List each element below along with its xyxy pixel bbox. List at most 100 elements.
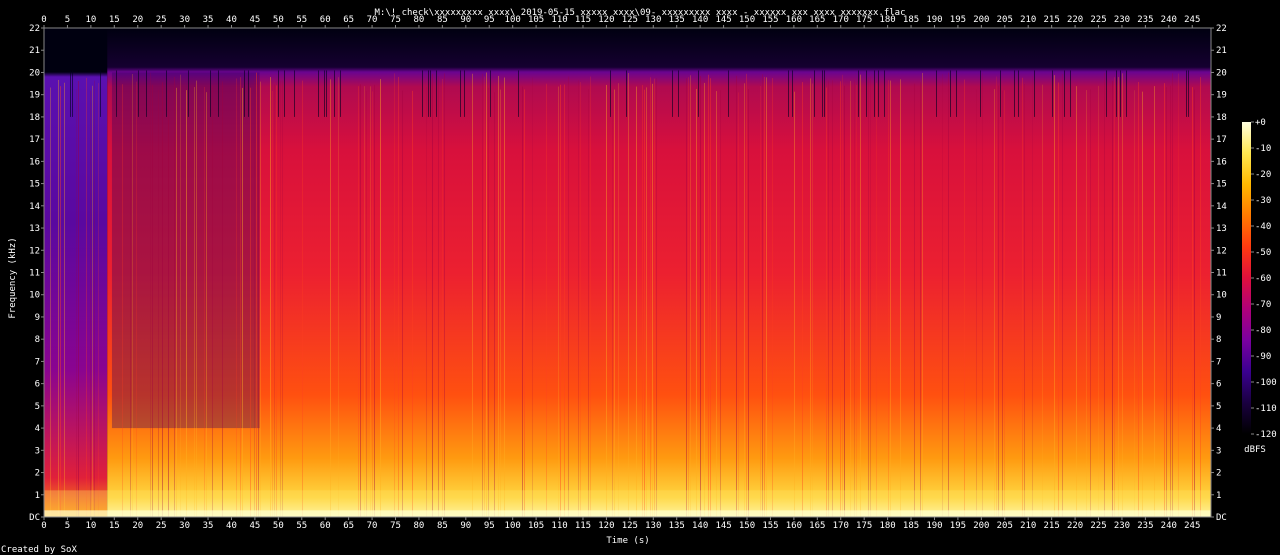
y-tick-label-left: 19	[29, 91, 40, 101]
x-tick-label-bottom: 210	[1020, 521, 1036, 531]
x-axis-bottom: 0 5 10 15 20 25 30 35 40 45 50 55 60 65 70 75 80 85 90 95 10…	[41, 517, 1200, 531]
y-tick-label-left: 16	[29, 157, 40, 167]
y-tick-label-left: 8	[35, 335, 40, 345]
y-tick-label-right: DC	[1216, 513, 1227, 523]
x-tick-label-bottom: 65	[343, 521, 354, 531]
x-tick-label-top: 195	[950, 15, 966, 25]
x-tick-label-top: 225	[1090, 15, 1106, 25]
x-tick-label-bottom: 200	[973, 521, 989, 531]
x-tick-label-top: 235	[1137, 15, 1153, 25]
y-tick-label-right: 14	[1216, 202, 1227, 212]
colorbar-scale	[1242, 122, 1251, 434]
y-axis-left: DC12345678910111213141516171819202122	[29, 24, 44, 523]
y-tick-label-left: 17	[29, 135, 40, 145]
colorbar-tick-label: -20	[1255, 170, 1271, 180]
y-tick-label-left: 5	[35, 402, 40, 412]
colorbar-tick-label: -40	[1255, 222, 1271, 232]
x-tick-label-top: 215	[1044, 15, 1060, 25]
y-tick-label-left: 12	[29, 246, 40, 256]
colorbar: +0 -10 -20 -30 -40 -50 -60 -70 -80 -90 -100 -110 -12…	[1242, 118, 1277, 440]
colorbar-tick-label: -80	[1255, 326, 1271, 336]
x-tick-label-bottom: 90	[460, 521, 471, 531]
x-tick-label-bottom: 245	[1184, 521, 1200, 531]
y-tick-label-left: 13	[29, 224, 40, 234]
x-tick-label-bottom: 30	[179, 521, 190, 531]
x-tick-label-top: 210	[1020, 15, 1036, 25]
y-tick-label-right: 7	[1216, 357, 1221, 367]
x-tick-label-bottom: 220	[1067, 521, 1083, 531]
x-tick-label-bottom: 45	[249, 521, 260, 531]
x-tick-label-bottom: 185	[903, 521, 919, 531]
x-tick-label-bottom: 195	[950, 521, 966, 531]
x-tick-label-bottom: 15	[109, 521, 120, 531]
x-tick-label-bottom: 5	[65, 521, 70, 531]
y-tick-label-left: 6	[35, 380, 40, 390]
y-tick-label-right: 8	[1216, 335, 1221, 345]
y-tick-label-left: 7	[35, 357, 40, 367]
x-tick-label-bottom: 115	[575, 521, 591, 531]
x-tick-label-bottom: 155	[762, 521, 778, 531]
x-axis-label: Time (s)	[606, 536, 649, 546]
x-tick-label-bottom: 10	[85, 521, 96, 531]
x-tick-label-bottom: 235	[1137, 521, 1153, 531]
y-tick-label-left: DC	[29, 513, 40, 523]
y-tick-label-right: 2	[1216, 469, 1221, 479]
x-tick-label-bottom: 230	[1114, 521, 1130, 531]
x-tick-label-bottom: 175	[856, 521, 872, 531]
x-tick-label-bottom: 105	[528, 521, 544, 531]
colorbar-tick-label: -90	[1255, 352, 1271, 362]
x-tick-label-bottom: 40	[226, 521, 237, 531]
colorbar-tick-label: -60	[1255, 274, 1271, 284]
x-tick-label-bottom: 135	[669, 521, 685, 531]
y-tick-label-right: 5	[1216, 402, 1221, 412]
x-tick-label-bottom: 160	[786, 521, 802, 531]
y-tick-label-right: 4	[1216, 424, 1221, 434]
x-tick-label-top: 45	[249, 15, 260, 25]
y-tick-label-right: 11	[1216, 269, 1227, 279]
y-tick-label-left: 1	[35, 491, 40, 501]
credit-text: Created by SoX	[1, 545, 77, 555]
x-tick-label-top: 230	[1114, 15, 1130, 25]
x-tick-label-bottom: 170	[833, 521, 849, 531]
plot-area	[44, 28, 1211, 517]
y-tick-label-left: 14	[29, 202, 40, 212]
y-axis-right: DC12345678910111213141516171819202122	[1211, 24, 1227, 523]
x-tick-label-bottom: 130	[645, 521, 661, 531]
y-tick-label-right: 18	[1216, 113, 1227, 123]
y-tick-label-left: 9	[35, 313, 40, 323]
x-tick-label-bottom: 80	[414, 521, 425, 531]
y-tick-label-right: 3	[1216, 446, 1221, 456]
y-tick-label-left: 22	[29, 24, 40, 34]
x-tick-label-top: 15	[109, 15, 120, 25]
x-tick-label-bottom: 70	[367, 521, 378, 531]
y-tick-label-right: 13	[1216, 224, 1227, 234]
x-tick-label-bottom: 140	[692, 521, 708, 531]
x-tick-label-bottom: 60	[320, 521, 331, 531]
y-tick-label-left: 4	[35, 424, 40, 434]
y-axis-label: Frequency (kHz)	[8, 237, 18, 318]
y-tick-label-left: 10	[29, 291, 40, 301]
y-tick-label-right: 21	[1216, 46, 1227, 56]
chart-title: M:\! check\xxxxxxxxx xxxx\ 2019-05-15 xx…	[374, 8, 905, 18]
y-tick-label-left: 2	[35, 469, 40, 479]
y-tick-label-right: 16	[1216, 157, 1227, 167]
y-tick-label-right: 9	[1216, 313, 1221, 323]
colorbar-tick-label: -10	[1255, 144, 1271, 154]
x-tick-label-bottom: 240	[1161, 521, 1177, 531]
x-tick-label-bottom: 225	[1090, 521, 1106, 531]
colorbar-tick-label: -70	[1255, 300, 1271, 310]
y-tick-label-right: 19	[1216, 91, 1227, 101]
x-tick-label-bottom: 20	[132, 521, 143, 531]
colorbar-tick-label: +0	[1255, 118, 1266, 128]
x-tick-label-top: 30	[179, 15, 190, 25]
x-tick-label-bottom: 0	[41, 521, 46, 531]
colorbar-tick-label: -50	[1255, 248, 1271, 258]
x-tick-label-bottom: 25	[156, 521, 167, 531]
y-tick-label-left: 3	[35, 446, 40, 456]
x-tick-label-top: 40	[226, 15, 237, 25]
colorbar-label: dBFS	[1244, 445, 1266, 455]
x-tick-label-top: 190	[926, 15, 942, 25]
colorbar-tick-label: -110	[1255, 404, 1277, 414]
x-tick-label-top: 55	[296, 15, 307, 25]
x-tick-label-top: 5	[65, 15, 70, 25]
